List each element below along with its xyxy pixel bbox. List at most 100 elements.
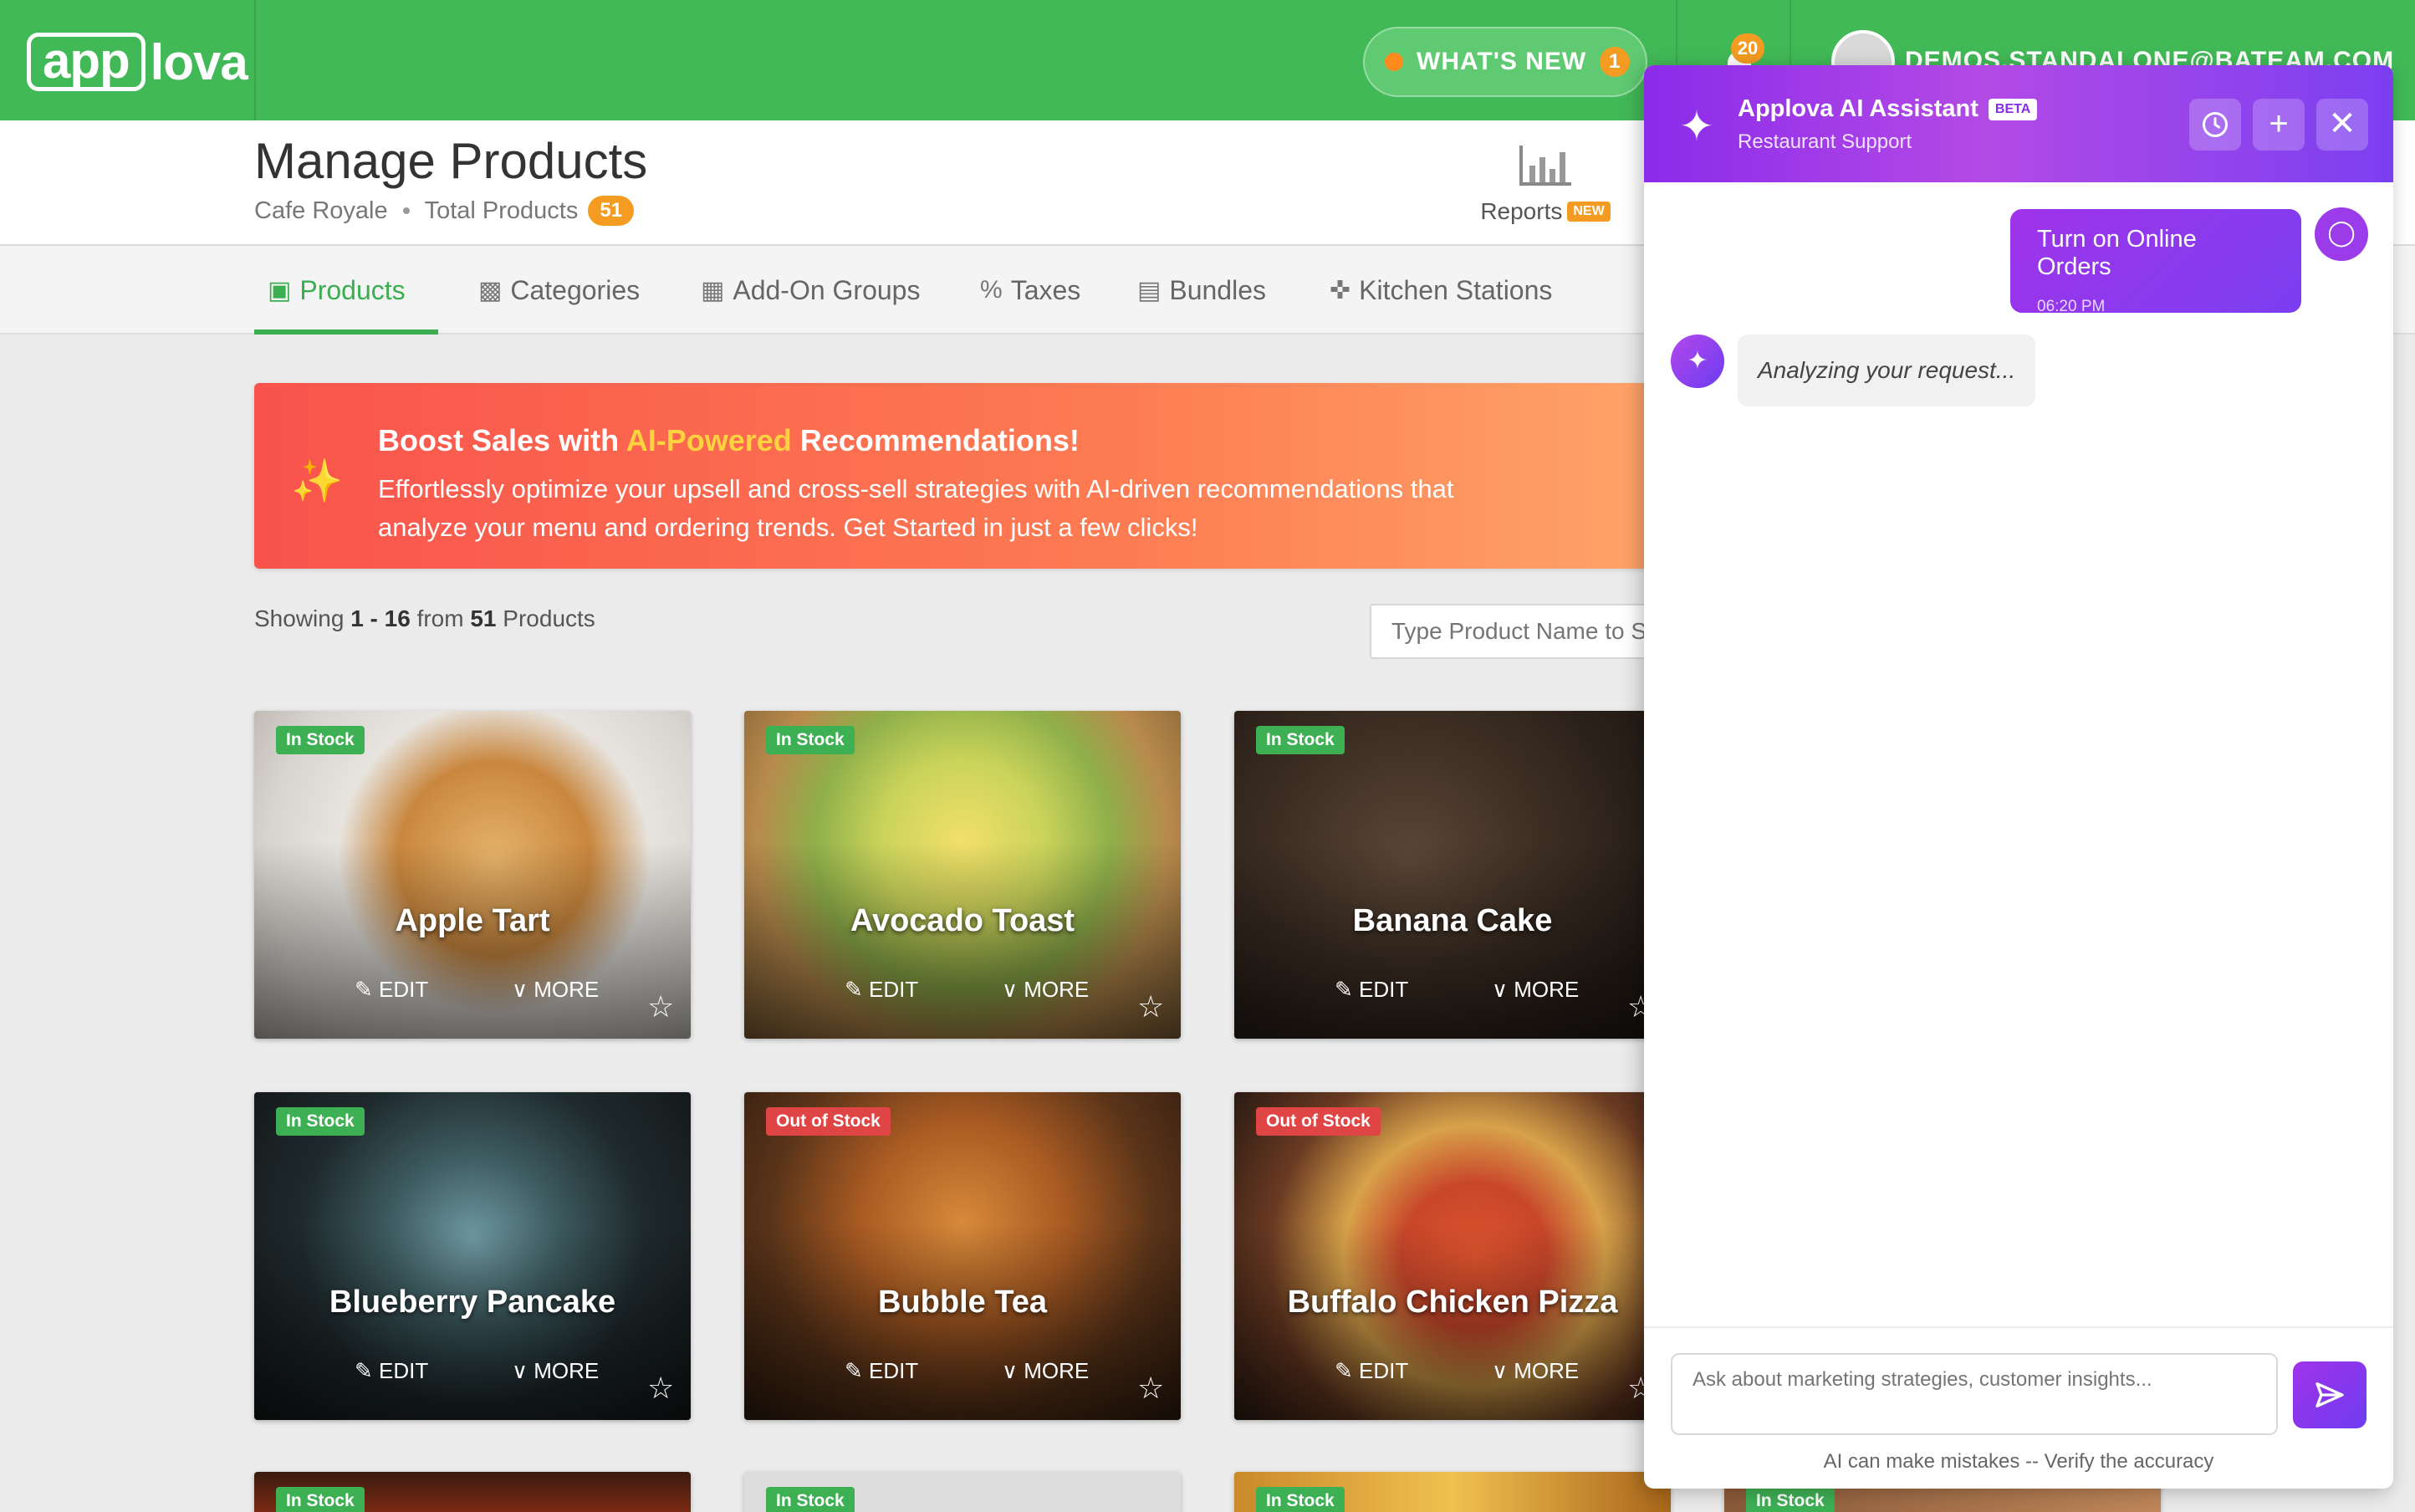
new-chat-button[interactable]: + xyxy=(2253,99,2305,151)
more-button[interactable]: ∨ MORE xyxy=(512,977,599,1003)
divider xyxy=(1644,1326,2393,1328)
divider xyxy=(254,0,256,120)
stock-badge: In Stock xyxy=(1256,726,1345,754)
favorite-star-icon[interactable]: ☆ xyxy=(647,992,674,1022)
product-card[interactable]: Out of Stock Buffalo Chicken Pizza ✎ EDI… xyxy=(1234,1092,1671,1420)
assistant-subtitle: Restaurant Support xyxy=(1738,130,1912,153)
more-button[interactable]: ∨ MORE xyxy=(1002,1358,1089,1384)
stock-badge: Out of Stock xyxy=(1256,1107,1381,1136)
favorite-star-icon[interactable]: ☆ xyxy=(647,1373,674,1403)
edit-button[interactable]: ✎ EDIT xyxy=(1335,977,1408,1003)
edit-button[interactable]: ✎ EDIT xyxy=(355,1358,428,1384)
tab-label: Taxes xyxy=(1010,274,1081,305)
results-summary: Showing 1 - 16 from 51 Products xyxy=(254,605,595,632)
banner-title-highlight: AI-Powered xyxy=(625,423,792,457)
history-button[interactable] xyxy=(2189,99,2241,151)
assistant-title: Applova AI Assistant xyxy=(1738,95,1978,122)
edit-label: EDIT xyxy=(1359,1358,1409,1383)
pulse-dot-icon xyxy=(1385,53,1403,71)
product-card[interactable]: In Stock Blueberry Pancake ✎ EDIT ∨ MORE… xyxy=(254,1092,691,1420)
sparkles-icon: ✨ xyxy=(291,457,344,504)
plus-icon: + xyxy=(2269,105,2289,142)
ai-recommendations-banner[interactable]: ✨ Boost Sales with AI-Powered Recommenda… xyxy=(254,383,1676,569)
product-card[interactable]: In Stock Avocado Toast ✎ EDIT ∨ MORE ☆ xyxy=(744,711,1181,1039)
product-name: Avocado Toast xyxy=(850,903,1075,938)
stock-badge: Out of Stock xyxy=(766,1107,891,1136)
product-name: Banana Cake xyxy=(1352,903,1553,938)
new-badge: NEW xyxy=(1567,202,1611,222)
results-range: 1 - 16 xyxy=(350,605,411,631)
more-label: MORE xyxy=(1024,977,1090,1002)
banner-title-start: Boost Sales with xyxy=(378,423,626,457)
tab-taxes[interactable]: % Taxes xyxy=(980,246,1080,335)
edit-button[interactable]: ✎ EDIT xyxy=(845,977,918,1003)
stock-badge: In Stock xyxy=(766,1487,855,1512)
stock-badge: In Stock xyxy=(276,1107,365,1136)
edit-button[interactable]: ✎ EDIT xyxy=(355,977,428,1003)
banner-title: Boost Sales with AI-Powered Recommendati… xyxy=(378,423,1080,458)
product-name: Blueberry Pancake xyxy=(329,1285,616,1320)
product-card[interactable]: In Stock xyxy=(744,1472,1181,1512)
card-overlay xyxy=(744,1092,1181,1420)
more-label: MORE xyxy=(534,977,600,1002)
more-button[interactable]: ∨ MORE xyxy=(1492,1358,1579,1384)
reports-label: Reports xyxy=(1480,198,1563,224)
applova-logo[interactable]: app lova xyxy=(27,32,248,92)
send-button[interactable] xyxy=(2293,1361,2366,1428)
card-overlay xyxy=(1234,711,1671,1039)
reports-button[interactable]: Reports NEW xyxy=(1478,144,1612,225)
more-button[interactable]: ∨ MORE xyxy=(1002,977,1089,1003)
stock-badge: In Stock xyxy=(766,726,855,754)
tab-categories[interactable]: ▩ Categories xyxy=(478,246,640,335)
close-icon: ✕ xyxy=(2328,105,2356,142)
product-card[interactable]: In Stock xyxy=(254,1472,691,1512)
edit-label: EDIT xyxy=(1359,977,1409,1002)
puzzle-icon: ▦ xyxy=(701,276,725,304)
whats-new-count: 1 xyxy=(1600,47,1631,77)
sparkles-icon: ✦ xyxy=(1679,103,1714,150)
page-title: Manage Products xyxy=(254,133,648,189)
page-subtitle: Cafe Royale Total Products 51 xyxy=(254,196,635,226)
tab-add-on-groups[interactable]: ▦ Add-On Groups xyxy=(701,246,920,335)
card-overlay xyxy=(744,711,1181,1039)
assistant-avatar-icon: ✦ xyxy=(1671,335,1724,388)
edit-button[interactable]: ✎ EDIT xyxy=(1335,1358,1408,1384)
edit-label: EDIT xyxy=(869,1358,919,1383)
total-products-count: 51 xyxy=(588,196,635,226)
utensils-icon: ✜ xyxy=(1330,276,1351,304)
card-overlay xyxy=(1234,1092,1671,1420)
percent-icon: % xyxy=(980,276,1003,304)
location-name: Cafe Royale xyxy=(254,197,388,224)
product-card[interactable]: In Stock xyxy=(1234,1472,1671,1512)
edit-label: EDIT xyxy=(379,977,429,1002)
tab-bundles[interactable]: ▤ Bundles xyxy=(1137,246,1266,335)
favorite-star-icon[interactable]: ☆ xyxy=(1137,992,1164,1022)
bundle-icon: ▤ xyxy=(1137,276,1162,304)
tab-products[interactable]: ▣ Products xyxy=(268,246,406,335)
whats-new-label: WHAT'S NEW xyxy=(1417,48,1587,75)
results-total: 51 xyxy=(470,605,497,631)
stock-badge: In Stock xyxy=(276,1487,365,1512)
tab-kitchen-stations[interactable]: ✜ Kitchen Stations xyxy=(1330,246,1552,335)
stock-badge: In Stock xyxy=(276,726,365,754)
stock-badge: In Stock xyxy=(1746,1487,1835,1512)
chat-input[interactable] xyxy=(1671,1353,2278,1435)
favorite-star-icon[interactable]: ☆ xyxy=(1137,1373,1164,1403)
ai-disclaimer: AI can make mistakes -- Verify the accur… xyxy=(1823,1450,2214,1473)
more-label: MORE xyxy=(1514,977,1580,1002)
active-tab-indicator xyxy=(254,329,438,335)
product-card[interactable]: In Stock Apple Tart ✎ EDIT ∨ MORE ☆ xyxy=(254,711,691,1039)
product-card[interactable]: In Stock Banana Cake ✎ EDIT ∨ MORE ☆ xyxy=(1234,711,1671,1039)
user-message-text: Turn on Online Orders xyxy=(2037,226,2197,280)
edit-button[interactable]: ✎ EDIT xyxy=(845,1358,918,1384)
more-button[interactable]: ∨ MORE xyxy=(512,1358,599,1384)
more-button[interactable]: ∨ MORE xyxy=(1492,977,1579,1003)
edit-label: EDIT xyxy=(379,1358,429,1383)
card-overlay xyxy=(254,711,691,1039)
whats-new-button[interactable]: WHAT'S NEW 1 xyxy=(1363,27,1647,97)
notification-count-badge: 20 xyxy=(1731,33,1764,64)
tab-label: Kitchen Stations xyxy=(1359,274,1553,305)
product-card[interactable]: Out of Stock Bubble Tea ✎ EDIT ∨ MORE ☆ xyxy=(744,1092,1181,1420)
message-timestamp: 06:20 PM xyxy=(2037,298,2106,315)
close-button[interactable]: ✕ xyxy=(2316,99,2368,151)
